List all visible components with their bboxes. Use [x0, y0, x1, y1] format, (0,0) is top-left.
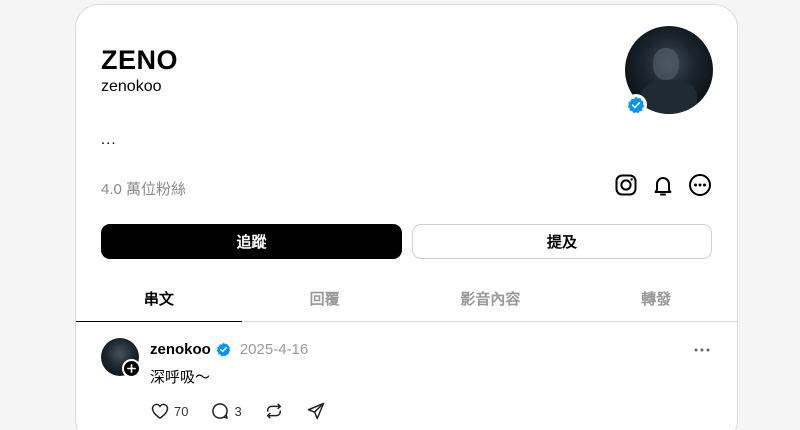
post-actions: 70 3 [150, 401, 348, 421]
tab-media[interactable]: 影音內容 [408, 276, 574, 321]
plus-icon[interactable] [122, 359, 141, 378]
profile-tabs: 串文 回覆 影音內容 轉發 [76, 276, 737, 322]
instagram-icon[interactable] [613, 172, 639, 198]
post-more-icon[interactable] [690, 341, 714, 359]
reply-button[interactable]: 3 [210, 401, 242, 421]
like-count: 70 [174, 403, 189, 419]
tab-threads[interactable]: 串文 [76, 276, 242, 322]
profile-bio: ... [101, 131, 117, 148]
tab-reposts[interactable]: 轉發 [573, 276, 737, 321]
heart-icon [150, 401, 170, 421]
send-icon [306, 401, 326, 421]
profile-avatar[interactable] [625, 26, 713, 116]
post-avatar[interactable] [101, 338, 141, 378]
post-header: zenokoo 2025-4-16 [150, 341, 308, 358]
more-circle-icon[interactable] [687, 172, 713, 198]
verified-badge-icon [625, 94, 647, 116]
verified-badge-icon [216, 342, 231, 357]
like-button[interactable]: 70 [150, 401, 188, 421]
share-button[interactable] [306, 401, 326, 421]
followers-count[interactable]: 4.0 萬位粉絲 [101, 178, 186, 199]
post-date[interactable]: 2025-4-16 [240, 341, 308, 358]
mention-button[interactable]: 提及 [412, 224, 712, 259]
follow-button[interactable]: 追蹤 [101, 224, 402, 259]
post-username[interactable]: zenokoo [150, 341, 211, 358]
tab-replies[interactable]: 回覆 [242, 276, 408, 321]
profile-display-name: ZENO [101, 45, 179, 75]
bell-icon[interactable] [650, 172, 676, 198]
repost-button[interactable] [264, 401, 284, 421]
profile-card: ZENO zenokoo ... 4.0 萬位粉絲 追蹤 提及 串文 回覆 影音… [75, 4, 738, 430]
comment-icon [210, 401, 230, 421]
reply-count: 3 [234, 403, 242, 419]
profile-username: zenokoo [101, 78, 162, 95]
post-text: 深呼吸～ [150, 369, 211, 386]
repost-icon [264, 401, 284, 421]
post-item[interactable]: zenokoo 2025-4-16 深呼吸～ 70 3 [76, 323, 737, 430]
